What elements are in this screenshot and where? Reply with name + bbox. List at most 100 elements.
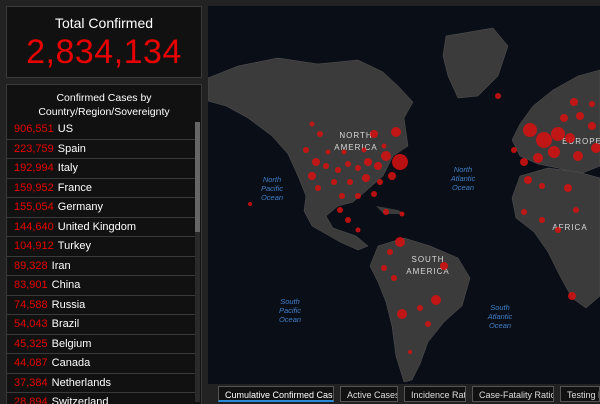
- marker[interactable]: [248, 202, 252, 206]
- marker[interactable]: [362, 174, 370, 182]
- marker[interactable]: [431, 295, 441, 305]
- marker[interactable]: [355, 193, 361, 199]
- total-confirmed-title: Total Confirmed: [54, 15, 154, 31]
- marker[interactable]: [551, 127, 565, 141]
- marker[interactable]: [539, 183, 545, 189]
- list-item-spain[interactable]: 223,759 Spain: [7, 140, 195, 159]
- tab-case-fatality-ratio[interactable]: Case-Fatality Ratio: [472, 386, 554, 402]
- marker[interactable]: [560, 114, 568, 122]
- list-item-germany[interactable]: 155,054 Germany: [7, 198, 195, 218]
- marker[interactable]: [315, 185, 321, 191]
- marker[interactable]: [523, 123, 537, 137]
- marker-new-york[interactable]: [392, 154, 408, 170]
- marker[interactable]: [521, 209, 527, 215]
- list-scrollbar[interactable]: [195, 122, 200, 402]
- marker[interactable]: [361, 147, 367, 153]
- marker[interactable]: [317, 131, 323, 137]
- list-item-united-kingdom[interactable]: 144,640 United Kingdom: [7, 218, 195, 237]
- marker[interactable]: [565, 133, 575, 143]
- list-item-switzerland[interactable]: 28,894 Switzerland: [7, 393, 195, 404]
- marker[interactable]: [399, 211, 405, 217]
- list-item-france[interactable]: 159,952 France: [7, 179, 195, 198]
- tab-testing-rate[interactable]: Testing Rate: [560, 386, 600, 402]
- marker[interactable]: [576, 112, 584, 120]
- marker[interactable]: [573, 207, 579, 213]
- marker[interactable]: [539, 217, 545, 223]
- marker[interactable]: [391, 127, 401, 137]
- marker[interactable]: [337, 207, 343, 213]
- marker[interactable]: [395, 237, 405, 247]
- marker[interactable]: [381, 151, 391, 161]
- marker[interactable]: [397, 309, 407, 319]
- marker[interactable]: [341, 149, 347, 155]
- list-scroll-thumb[interactable]: [195, 122, 200, 232]
- marker[interactable]: [309, 121, 315, 127]
- marker[interactable]: [323, 163, 329, 169]
- marker[interactable]: [381, 265, 387, 271]
- marker[interactable]: [331, 179, 337, 185]
- marker[interactable]: [568, 292, 576, 300]
- tab-incidence-rate[interactable]: Incidence Rate: [404, 386, 466, 402]
- label-sao-3: Ocean: [489, 321, 511, 330]
- marker[interactable]: [371, 191, 377, 197]
- marker[interactable]: [495, 93, 501, 99]
- marker[interactable]: [524, 176, 532, 184]
- marker[interactable]: [355, 227, 361, 233]
- marker[interactable]: [374, 162, 382, 170]
- marker[interactable]: [570, 98, 578, 106]
- marker[interactable]: [383, 209, 389, 215]
- marker[interactable]: [308, 172, 316, 180]
- list-item-china[interactable]: 83,901 China: [7, 276, 195, 296]
- marker[interactable]: [589, 101, 595, 107]
- marker[interactable]: [370, 130, 378, 138]
- marker[interactable]: [364, 158, 372, 166]
- marker[interactable]: [325, 149, 331, 155]
- list-item-iran[interactable]: 89,328 Iran: [7, 257, 195, 276]
- marker[interactable]: [573, 151, 583, 161]
- marker[interactable]: [588, 122, 596, 130]
- label-npo-1: North: [263, 175, 281, 184]
- list-item-netherlands[interactable]: 37,384 Netherlands: [7, 374, 195, 393]
- marker[interactable]: [355, 165, 361, 171]
- marker[interactable]: [388, 172, 396, 180]
- marker[interactable]: [391, 275, 397, 281]
- marker[interactable]: [520, 158, 528, 166]
- marker[interactable]: [345, 161, 351, 167]
- label-nao-2: Atlantic: [450, 174, 476, 183]
- list-item-belgium[interactable]: 45,325 Belgium: [7, 335, 195, 354]
- marker[interactable]: [511, 147, 517, 153]
- marker[interactable]: [377, 179, 383, 185]
- marker[interactable]: [387, 249, 393, 255]
- marker[interactable]: [417, 305, 423, 311]
- country-list-title: Confirmed Cases by Country/Region/Sovere…: [38, 92, 170, 118]
- marker[interactable]: [555, 227, 561, 233]
- world-map-svg[interactable]: North Pacific Ocean North Atlantic Ocean…: [208, 6, 600, 384]
- marker[interactable]: [548, 146, 560, 158]
- marker[interactable]: [408, 350, 412, 354]
- list-item-us[interactable]: 906,551 US: [7, 120, 195, 140]
- marker[interactable]: [533, 153, 543, 163]
- list-item-brazil[interactable]: 54,043 Brazil: [7, 315, 195, 335]
- marker[interactable]: [536, 132, 552, 148]
- marker[interactable]: [335, 167, 341, 173]
- label-south-america-1: SOUTH: [412, 255, 445, 264]
- marker[interactable]: [347, 179, 353, 185]
- marker[interactable]: [345, 217, 351, 223]
- list-item-canada[interactable]: 44,087 Canada: [7, 354, 195, 374]
- marker[interactable]: [381, 143, 387, 149]
- marker[interactable]: [339, 193, 345, 199]
- list-item-turkey[interactable]: 104,912 Turkey: [7, 237, 195, 257]
- list-item-russia[interactable]: 74,588 Russia: [7, 296, 195, 315]
- list-item-italy[interactable]: 192,994 Italy: [7, 159, 195, 179]
- world-map[interactable]: North Pacific Ocean North Atlantic Ocean…: [208, 6, 600, 384]
- marker[interactable]: [564, 184, 572, 192]
- marker[interactable]: [312, 158, 320, 166]
- marker[interactable]: [425, 321, 431, 327]
- tab-cumulative-confirmed-cases[interactable]: Cumulative Confirmed Cases: [218, 386, 334, 402]
- marker[interactable]: [303, 147, 309, 153]
- marker[interactable]: [440, 262, 448, 270]
- label-spo-3: Ocean: [279, 315, 301, 324]
- label-npo-2: Pacific: [261, 184, 283, 193]
- label-spo-2: Pacific: [279, 306, 301, 315]
- tab-active-cases[interactable]: Active Cases: [340, 386, 398, 402]
